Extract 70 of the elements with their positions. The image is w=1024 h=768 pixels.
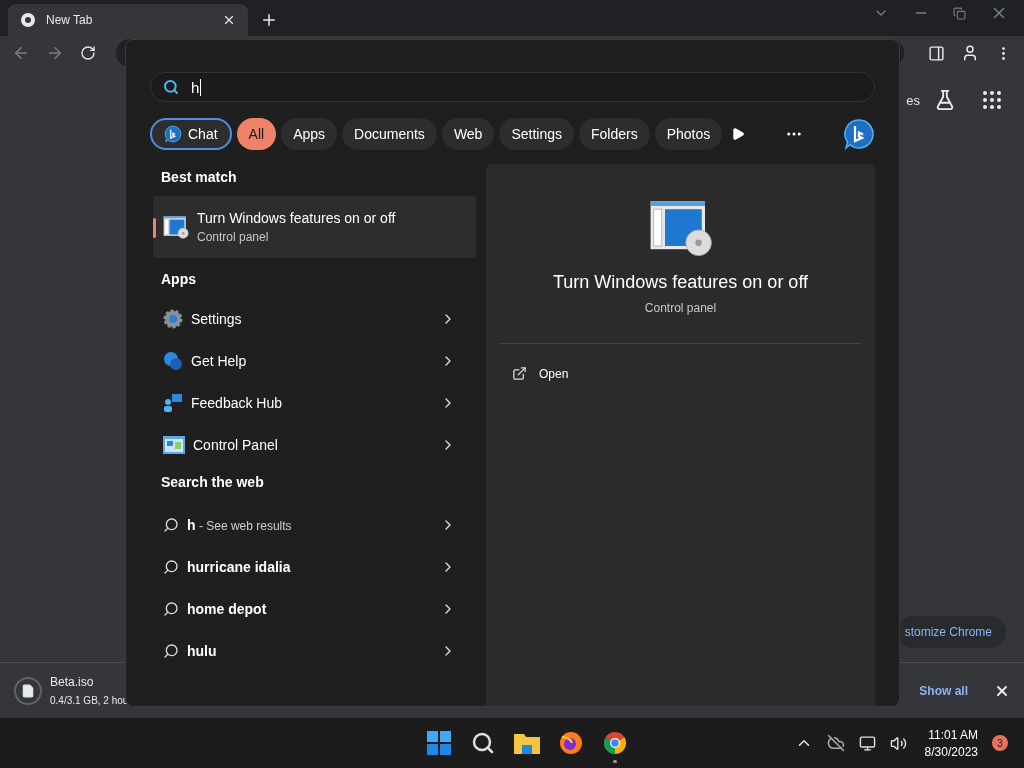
close-tab-icon[interactable]	[222, 13, 236, 27]
section-heading: Apps	[160, 270, 197, 289]
toolbar-link[interactable]: es	[906, 92, 920, 108]
play-icon[interactable]	[731, 127, 745, 141]
selection-accent	[153, 218, 156, 238]
chrome-icon	[603, 731, 627, 755]
web-result[interactable]: hurricane idalia	[153, 546, 476, 588]
search-field[interactable]: h	[150, 72, 875, 102]
forward-icon[interactable]	[46, 44, 64, 62]
best-match-item[interactable]: Turn Windows features on or off Control panel	[153, 196, 476, 258]
filter-tab[interactable]: Settings	[499, 118, 574, 150]
search-icon	[163, 517, 179, 533]
flask-icon[interactable]	[934, 89, 956, 111]
filter-tab[interactable]: Apps	[281, 118, 338, 150]
tab-title: New Tab	[46, 13, 94, 27]
windows-features-icon	[648, 198, 713, 256]
section-heading: Search the web	[160, 473, 265, 492]
help-chat-icon	[163, 351, 183, 371]
new-tab-icon[interactable]	[260, 11, 278, 29]
side-panel-icon[interactable]	[928, 44, 945, 62]
open-action[interactable]: Open	[500, 359, 861, 388]
running-indicator	[613, 760, 617, 763]
chat-bubble-logo-icon	[843, 118, 875, 150]
web-result[interactable]: home depot	[153, 588, 476, 630]
search-icon	[163, 601, 179, 617]
windows-start-icon	[427, 731, 451, 755]
back-icon[interactable]	[12, 44, 30, 62]
reload-icon[interactable]	[80, 45, 96, 61]
cloud-off-icon[interactable]	[826, 734, 845, 752]
search-icon	[163, 79, 179, 95]
feedback-person-icon	[163, 393, 183, 413]
restore-icon[interactable]	[953, 6, 966, 20]
web-result[interactable]: h - See web results	[153, 504, 476, 546]
control-panel-icon	[163, 436, 185, 454]
open-external-icon	[512, 366, 527, 382]
firefox-icon	[559, 731, 583, 755]
windows-features-icon	[163, 215, 189, 239]
chrome-tab-icon	[20, 12, 36, 28]
file-icon	[21, 683, 35, 698]
download-filename[interactable]: Beta.iso	[50, 675, 129, 689]
preview-title: Turn Windows features on or off	[552, 271, 809, 293]
clock[interactable]: 11:01 AM 8/30/2023	[924, 727, 978, 759]
section-heading: Best match	[160, 168, 238, 187]
filter-tab[interactable]: Photos	[654, 118, 723, 150]
app-result[interactable]: Settings	[153, 298, 476, 340]
result-subtitle: Control panel	[197, 230, 270, 244]
volume-icon[interactable]	[889, 734, 907, 752]
profile-icon[interactable]	[961, 44, 979, 62]
apps-grid-icon[interactable]	[980, 88, 1004, 112]
app-result[interactable]: Control Panel	[153, 424, 476, 466]
search-icon	[471, 731, 495, 755]
browser-tab[interactable]: New Tab	[8, 4, 248, 36]
app-result[interactable]: Feedback Hub	[153, 382, 476, 424]
search-icon	[163, 643, 179, 659]
web-result[interactable]: hulu	[153, 630, 476, 672]
filter-tab[interactable]: Folders	[579, 118, 650, 150]
notification-badge[interactable]: 3	[992, 735, 1008, 751]
filter-tab[interactable]: All	[236, 118, 277, 150]
folder-icon	[514, 732, 540, 754]
result-title: Turn Windows features on or off	[197, 210, 396, 226]
network-icon[interactable]	[858, 734, 876, 752]
app-result[interactable]: Get Help	[153, 340, 476, 382]
filter-tab[interactable]: Chat	[150, 118, 232, 150]
filter-tab[interactable]: Web	[441, 118, 495, 150]
preview-subtitle: Control panel	[644, 300, 717, 315]
gear-icon	[163, 309, 183, 329]
search-icon	[163, 559, 179, 575]
filter-tab[interactable]: Documents	[342, 118, 437, 150]
show-all-link[interactable]: Show all	[919, 683, 968, 698]
chat-bubble-icon	[164, 125, 182, 143]
